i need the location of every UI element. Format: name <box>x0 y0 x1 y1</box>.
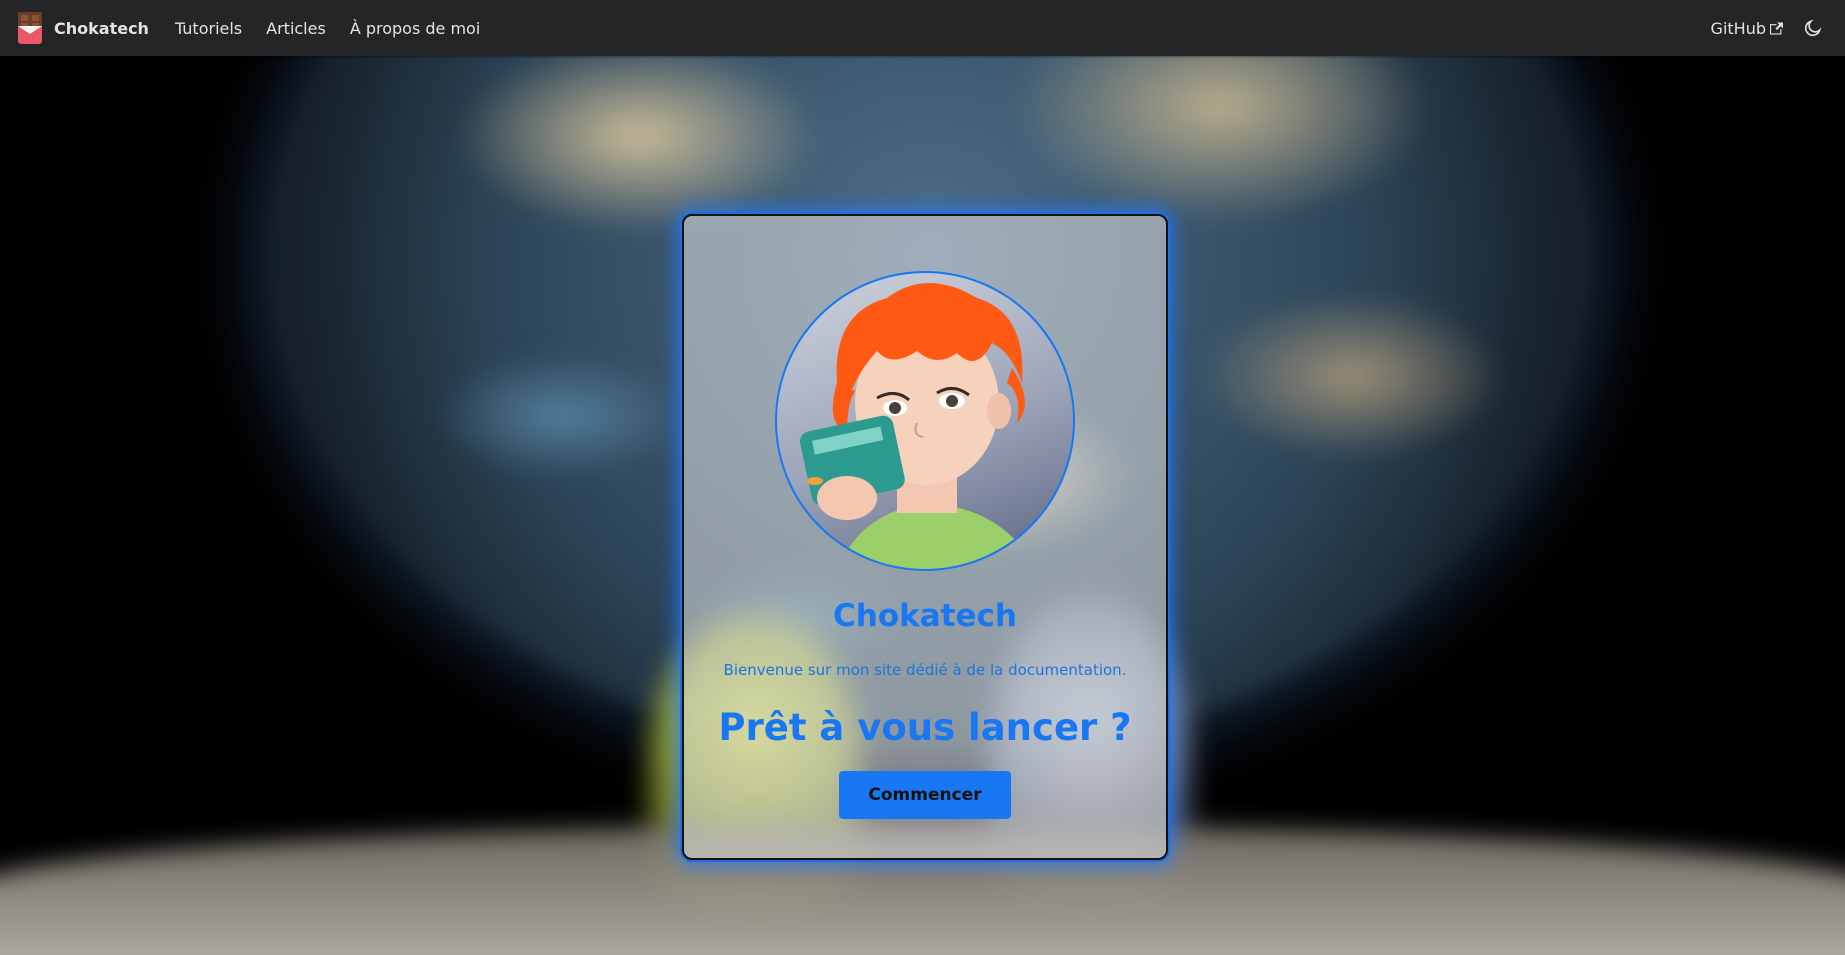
brand-name: Chokatech <box>54 18 149 38</box>
card-cta-heading: Prêt à vous lancer ? <box>718 706 1132 749</box>
avatar <box>775 271 1075 571</box>
avatar-illustration <box>799 283 1035 569</box>
nav-link-a-propos[interactable]: À propos de moi <box>350 19 480 38</box>
external-link-icon <box>1770 22 1783 35</box>
chocolate-logo-icon <box>18 12 42 44</box>
github-label: GitHub <box>1710 18 1766 38</box>
theme-toggle-button[interactable] <box>1799 14 1827 42</box>
navbar: Chokatech Tutoriels Articles À propos de… <box>0 0 1845 56</box>
moon-icon <box>1804 19 1822 37</box>
card-description: Bienvenue sur mon site dédié à de la doc… <box>723 661 1127 679</box>
nav-link-articles[interactable]: Articles <box>266 19 326 38</box>
commencer-button[interactable]: Commencer <box>839 771 1011 819</box>
nav-link-tutoriels[interactable]: Tutoriels <box>175 19 242 38</box>
nav-right: GitHub <box>1711 14 1827 42</box>
nav-links: Tutoriels Articles À propos de moi <box>163 19 492 38</box>
github-link[interactable]: GitHub <box>1711 19 1783 38</box>
welcome-card: Chokatech Bienvenue sur mon site dédié à… <box>682 214 1168 860</box>
card-title: Chokatech <box>833 598 1017 634</box>
brand-link[interactable]: Chokatech <box>18 12 149 44</box>
